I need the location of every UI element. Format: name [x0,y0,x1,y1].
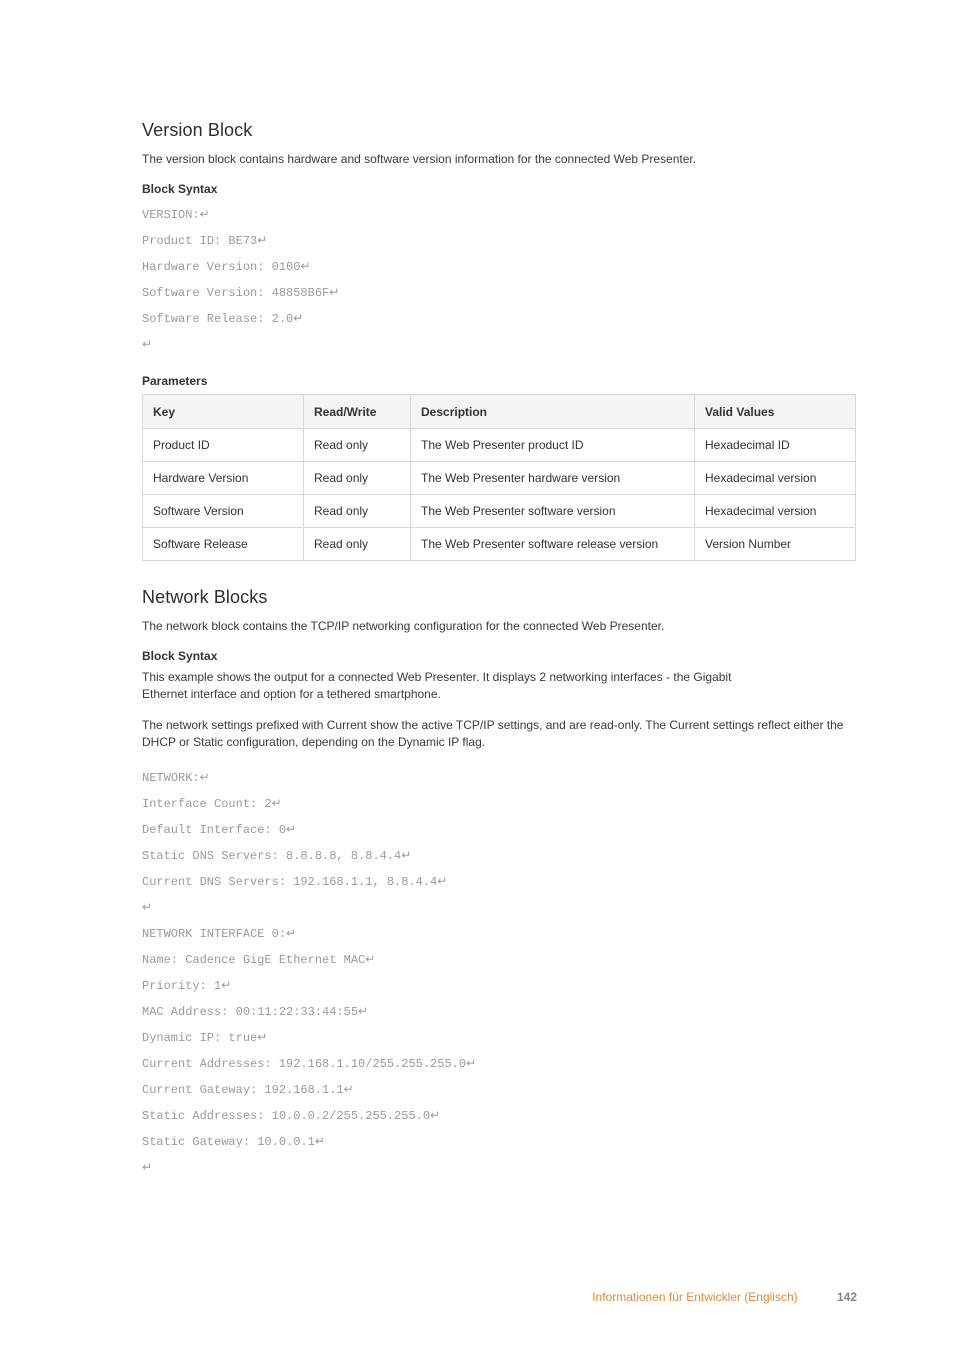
footer-section-name: Informationen für Entwickler (Englisch) [592,1290,797,1304]
table-cell: Read only [304,462,411,495]
page-content: Version Block The version block contains… [0,0,954,1350]
network-blocks-intro: The network block contains the TCP/IP ne… [142,618,762,635]
th-rw: Read/Write [304,395,411,429]
table-cell: Read only [304,495,411,528]
table-cell: The Web Presenter product ID [411,429,695,462]
network-p1: This example shows the output for a conn… [142,669,762,703]
table-row: Hardware VersionRead onlyThe Web Present… [143,462,856,495]
table-cell: Product ID [143,429,304,462]
network-code-block: NETWORK:↵ Interface Count: 2↵ Default In… [142,765,857,1181]
parameters-heading: Parameters [142,374,857,388]
table-cell: Software Release [143,528,304,561]
table-cell: Software Version [143,495,304,528]
footer-page-number: 142 [837,1290,857,1304]
table-cell: Hexadecimal ID [695,429,856,462]
table-row: Software ReleaseRead onlyThe Web Present… [143,528,856,561]
table-cell: The Web Presenter hardware version [411,462,695,495]
version-block-intro: The version block contains hardware and … [142,151,762,168]
table-cell: Read only [304,528,411,561]
table-cell: Hexadecimal version [695,495,856,528]
block-syntax-heading-2: Block Syntax [142,649,857,663]
table-header-row: Key Read/Write Description Valid Values [143,395,856,429]
table-cell: The Web Presenter software version [411,495,695,528]
parameters-table: Key Read/Write Description Valid Values … [142,394,856,561]
table-cell: Hexadecimal version [695,462,856,495]
block-syntax-heading-1: Block Syntax [142,182,857,196]
network-blocks-title: Network Blocks [142,587,857,608]
version-code-block: VERSION:↵ Product ID: BE73↵ Hardware Ver… [142,202,857,358]
table-cell: Hardware Version [143,462,304,495]
table-row: Product IDRead onlyThe Web Presenter pro… [143,429,856,462]
network-p2: The network settings prefixed with Curre… [142,717,854,751]
table-cell: Read only [304,429,411,462]
table-cell: Version Number [695,528,856,561]
th-vals: Valid Values [695,395,856,429]
page-footer: Informationen für Entwickler (Englisch) … [592,1290,857,1304]
table-body: Product IDRead onlyThe Web Presenter pro… [143,429,856,561]
version-block-title: Version Block [142,120,857,141]
table-row: Software VersionRead onlyThe Web Present… [143,495,856,528]
th-desc: Description [411,395,695,429]
table-cell: The Web Presenter software release versi… [411,528,695,561]
th-key: Key [143,395,304,429]
